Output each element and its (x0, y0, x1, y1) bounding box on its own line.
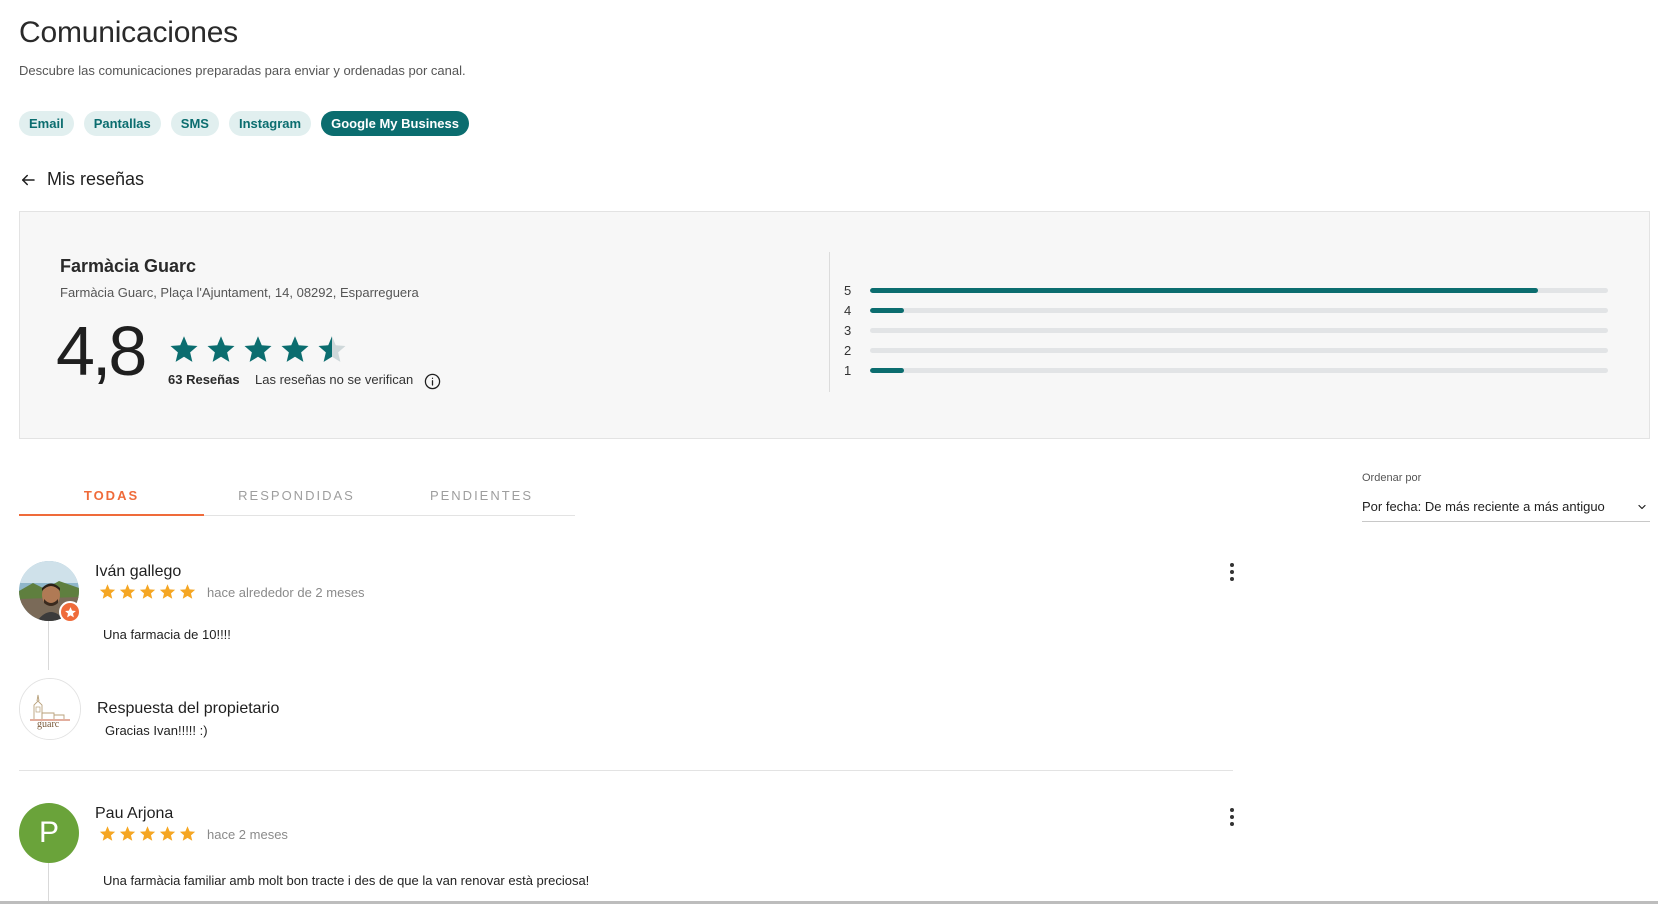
sort-label: Ordenar por (1362, 472, 1422, 484)
info-icon[interactable] (424, 373, 441, 390)
local-guide-star-icon (59, 601, 81, 623)
star-half-icon (318, 336, 346, 362)
distribution-track (870, 307, 1608, 313)
channel-chip-sms[interactable]: SMS (170, 111, 219, 136)
card-divider (829, 252, 830, 392)
star-icon (179, 584, 196, 599)
business-logo-text: guarc (37, 719, 60, 730)
avatar: P (19, 803, 79, 863)
tab-todas[interactable]: TODAS (19, 470, 204, 516)
distribution-fill (870, 307, 904, 313)
star-icon (159, 584, 176, 599)
more-vertical-icon[interactable] (1222, 806, 1242, 828)
review-text: Una farmacia de 10!!!! (103, 627, 231, 642)
thread-line (48, 862, 49, 902)
arrow-left-icon[interactable] (19, 171, 37, 189)
thread-line (48, 620, 49, 670)
star-icon (119, 826, 136, 841)
avatar (19, 561, 81, 623)
tab-pendientes[interactable]: PENDIENTES (389, 470, 574, 515)
review-divider (19, 770, 1233, 771)
star-icon (170, 336, 198, 362)
star-icon (159, 826, 176, 841)
star-icon (119, 584, 136, 599)
review-filter-tabs: TODAS RESPONDIDAS PENDIENTES (19, 470, 575, 516)
channel-chip-pantallas[interactable]: Pantallas (83, 111, 161, 136)
page-subtitle: Descubre las comunicaciones preparadas p… (19, 63, 466, 78)
distribution-row-4: 4 (844, 300, 1609, 320)
owner-reply-text: Gracias Ivan!!!!! :) (105, 723, 208, 738)
review-text: Una farmàcia familiar amb molt bon tract… (103, 873, 590, 888)
verification-note: Las reseñas no se verifican (255, 372, 414, 387)
distribution-track (870, 347, 1608, 353)
distribution-label: 3 (844, 322, 852, 338)
sort-select[interactable]: Por fecha: De más reciente a más antiguo (1362, 492, 1650, 522)
distribution-track (870, 367, 1608, 373)
distribution-row-5: 5 (844, 280, 1609, 300)
review-stars (99, 825, 196, 842)
average-rating: 4,8 (56, 312, 147, 390)
star-icon (207, 336, 235, 362)
business-address: Farmàcia Guarc, Plaça l'Ajuntament, 14, … (60, 285, 419, 300)
reviews-count: 63 Reseñas (168, 372, 240, 387)
tab-respondidas[interactable]: RESPONDIDAS (204, 470, 389, 515)
more-vertical-icon[interactable] (1222, 561, 1242, 583)
channel-chip-instagram[interactable]: Instagram (228, 111, 312, 136)
distribution-fill (870, 287, 1538, 293)
section-title: Mis reseñas (47, 169, 145, 189)
rating-distribution: 5 4 3 2 1 (844, 280, 1609, 380)
star-icon (139, 584, 156, 599)
business-logo-image (20, 679, 80, 739)
distribution-label: 2 (844, 342, 852, 358)
business-name: Farmàcia Guarc (60, 256, 197, 276)
channel-chip-google-my-business[interactable]: Google My Business (321, 111, 469, 136)
back-to-reviews[interactable]: Mis reseñas (19, 169, 144, 190)
distribution-row-3: 3 (844, 320, 1609, 340)
review-stars (99, 583, 196, 600)
channel-chip-email[interactable]: Email (19, 111, 74, 136)
distribution-row-1: 1 (844, 360, 1609, 380)
page-title: Comunicaciones (19, 16, 238, 49)
channel-tabs: Email Pantallas SMS Instagram Google My … (19, 111, 469, 136)
distribution-track (870, 327, 1608, 333)
star-icon (99, 826, 116, 841)
sort-value: Por fecha: De más reciente a más antiguo (1362, 499, 1605, 514)
reviewer-name: Iván gallego (95, 563, 182, 580)
chevron-down-icon (1638, 504, 1646, 509)
distribution-row-2: 2 (844, 340, 1609, 360)
review-date: hace 2 meses (207, 827, 288, 842)
avatar-initial: P (19, 803, 79, 863)
review-date: hace alrededor de 2 meses (207, 585, 365, 600)
star-icon (244, 336, 272, 362)
rating-summary-card: Farmàcia Guarc Farmàcia Guarc, Plaça l'A… (19, 211, 1650, 439)
star-icon (179, 826, 196, 841)
star-icon (281, 336, 309, 362)
star-icon (139, 826, 156, 841)
distribution-track (870, 287, 1608, 293)
business-logo: guarc (19, 678, 81, 740)
distribution-label: 4 (844, 302, 852, 318)
owner-reply-title: Respuesta del propietario (97, 700, 280, 717)
star-icon (99, 584, 116, 599)
distribution-fill (870, 367, 904, 373)
sort-control: Ordenar por Por fecha: De más reciente a… (1362, 472, 1650, 522)
distribution-label: 1 (844, 362, 852, 378)
average-rating-stars (169, 334, 347, 364)
reviewer-name: Pau Arjona (95, 805, 174, 822)
distribution-label: 5 (844, 282, 852, 298)
